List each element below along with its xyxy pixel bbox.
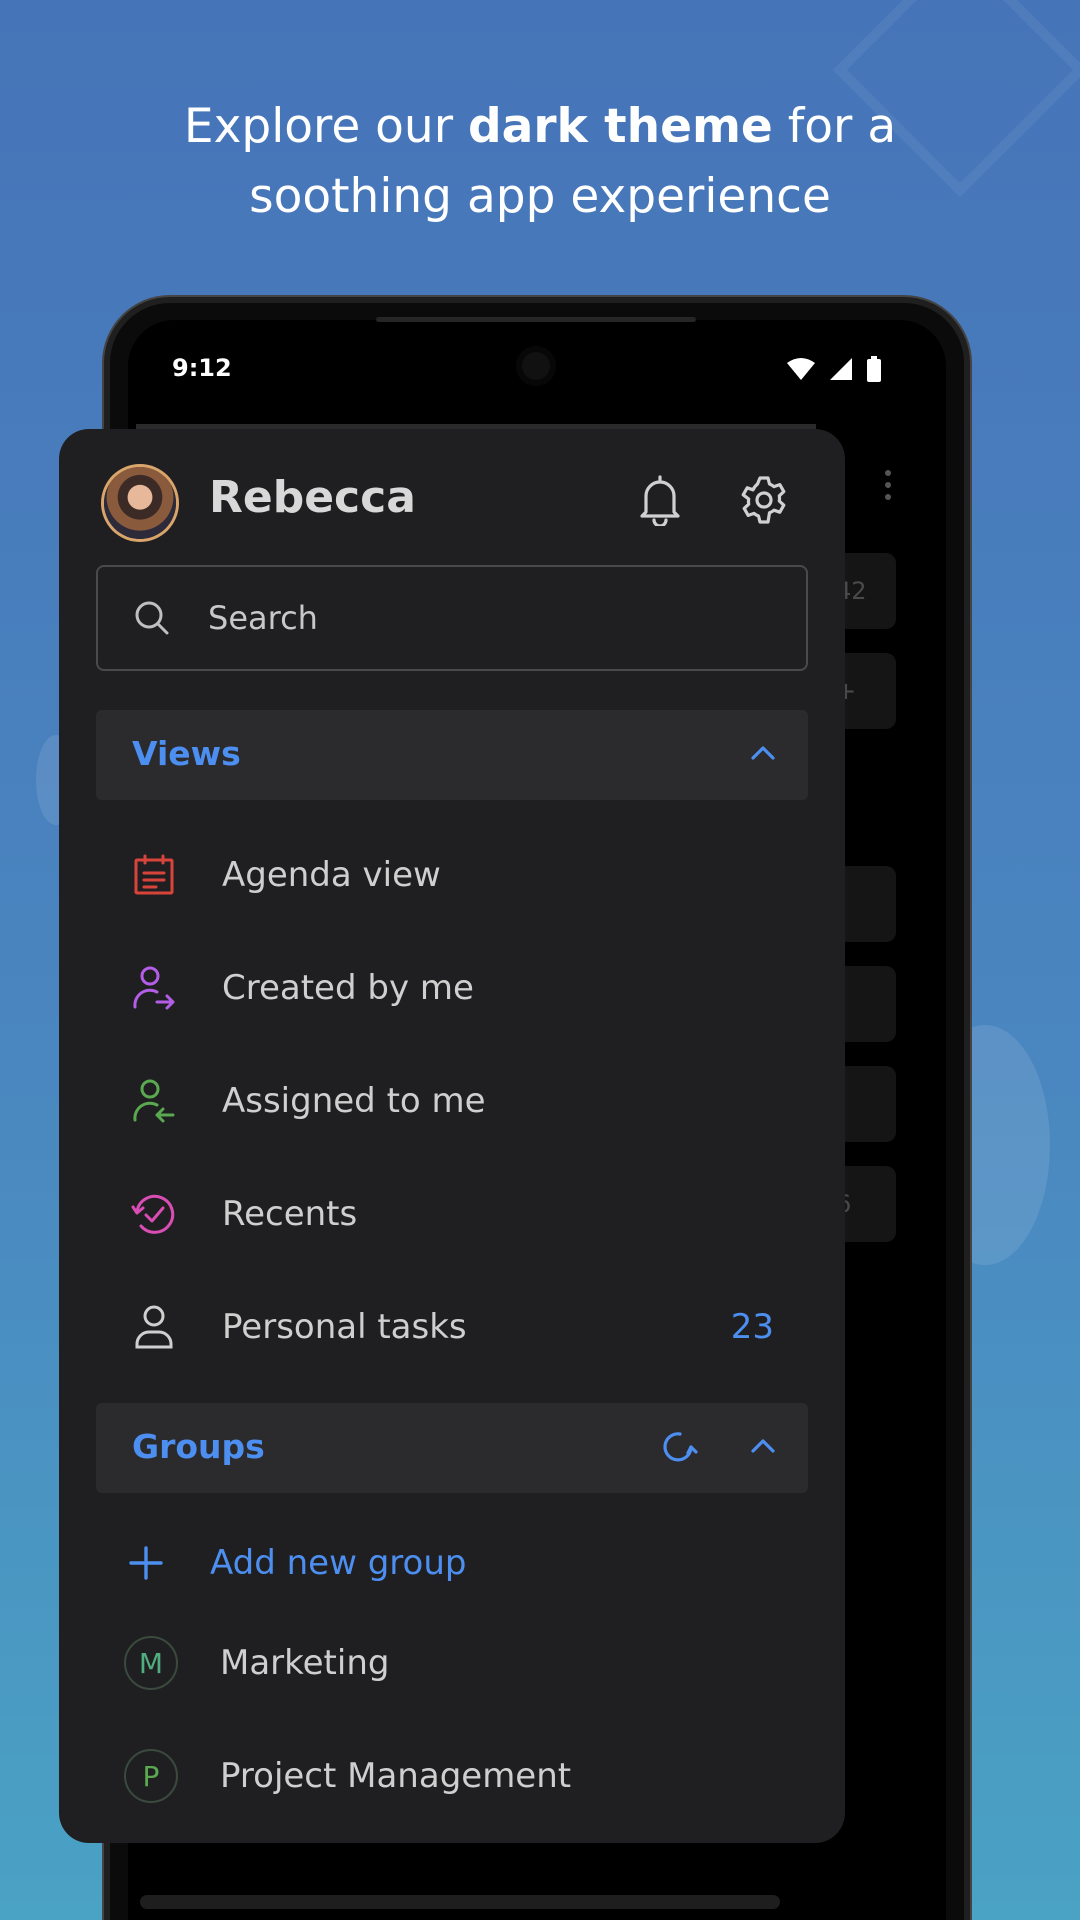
group-initial-badge: M xyxy=(124,1636,178,1690)
promo-headline: Explore our dark theme for a soothing ap… xyxy=(183,99,897,224)
phone-speaker xyxy=(376,317,696,322)
add-new-group-label: Add new group xyxy=(210,1543,467,1583)
task-count-badge: 23 xyxy=(730,1307,774,1347)
user-arrow-out-icon xyxy=(126,960,182,1016)
view-item-label: Created by me xyxy=(222,968,474,1008)
view-item-agenda[interactable]: Agenda view xyxy=(96,830,808,920)
view-item-recents[interactable]: Recents xyxy=(96,1169,808,1259)
status-time: 9:12 xyxy=(172,354,232,382)
group-item-marketing[interactable]: M Marketing xyxy=(96,1618,808,1708)
view-item-assigned-to-me[interactable]: Assigned to me xyxy=(96,1056,808,1146)
view-item-created-by-me[interactable]: Created by me xyxy=(96,943,808,1033)
user-arrow-in-icon xyxy=(126,1073,182,1129)
group-item-label: Marketing xyxy=(220,1643,390,1683)
status-icons xyxy=(786,356,882,382)
battery-icon xyxy=(867,356,881,382)
promo-frame: Explore our dark theme for a soothing ap… xyxy=(0,0,1080,1920)
user-avatar[interactable] xyxy=(104,467,176,539)
agenda-calendar-icon xyxy=(126,847,182,903)
refresh-icon[interactable] xyxy=(658,1427,698,1467)
search-box[interactable] xyxy=(96,565,808,671)
front-camera xyxy=(516,346,556,386)
signal-icon xyxy=(830,358,852,380)
headline-emphasis: dark theme xyxy=(468,99,773,154)
search-icon xyxy=(134,598,174,638)
group-initial-badge: P xyxy=(124,1749,178,1803)
plus-icon xyxy=(126,1535,166,1591)
user-name: Rebecca xyxy=(209,472,416,523)
settings-gear-icon[interactable] xyxy=(736,472,792,528)
search-input[interactable] xyxy=(206,598,770,638)
more-options-icon[interactable] xyxy=(885,470,891,500)
notifications-bell-icon[interactable] xyxy=(632,472,688,528)
add-new-group-button[interactable]: Add new group xyxy=(96,1518,808,1608)
group-item-label: Project Management xyxy=(220,1756,572,1796)
view-item-label: Agenda view xyxy=(222,855,441,895)
views-section-title: Views xyxy=(132,734,241,773)
view-item-label: Recents xyxy=(222,1194,358,1234)
view-item-personal-tasks[interactable]: Personal tasks 23 xyxy=(96,1282,808,1372)
chevron-up-icon[interactable] xyxy=(748,1431,778,1461)
view-item-label: Personal tasks xyxy=(222,1307,467,1347)
views-section-header[interactable]: Views xyxy=(96,710,808,800)
chevron-up-icon[interactable] xyxy=(748,738,778,768)
groups-section-title: Groups xyxy=(132,1427,265,1466)
group-item-project-management[interactable]: P Project Management xyxy=(96,1731,808,1821)
view-item-label: Assigned to me xyxy=(222,1081,486,1121)
background-bottom-bar xyxy=(140,1895,780,1909)
recents-clock-check-icon xyxy=(126,1186,182,1242)
wifi-icon xyxy=(787,358,815,380)
groups-section-header[interactable]: Groups xyxy=(96,1403,808,1493)
person-icon xyxy=(126,1299,182,1355)
